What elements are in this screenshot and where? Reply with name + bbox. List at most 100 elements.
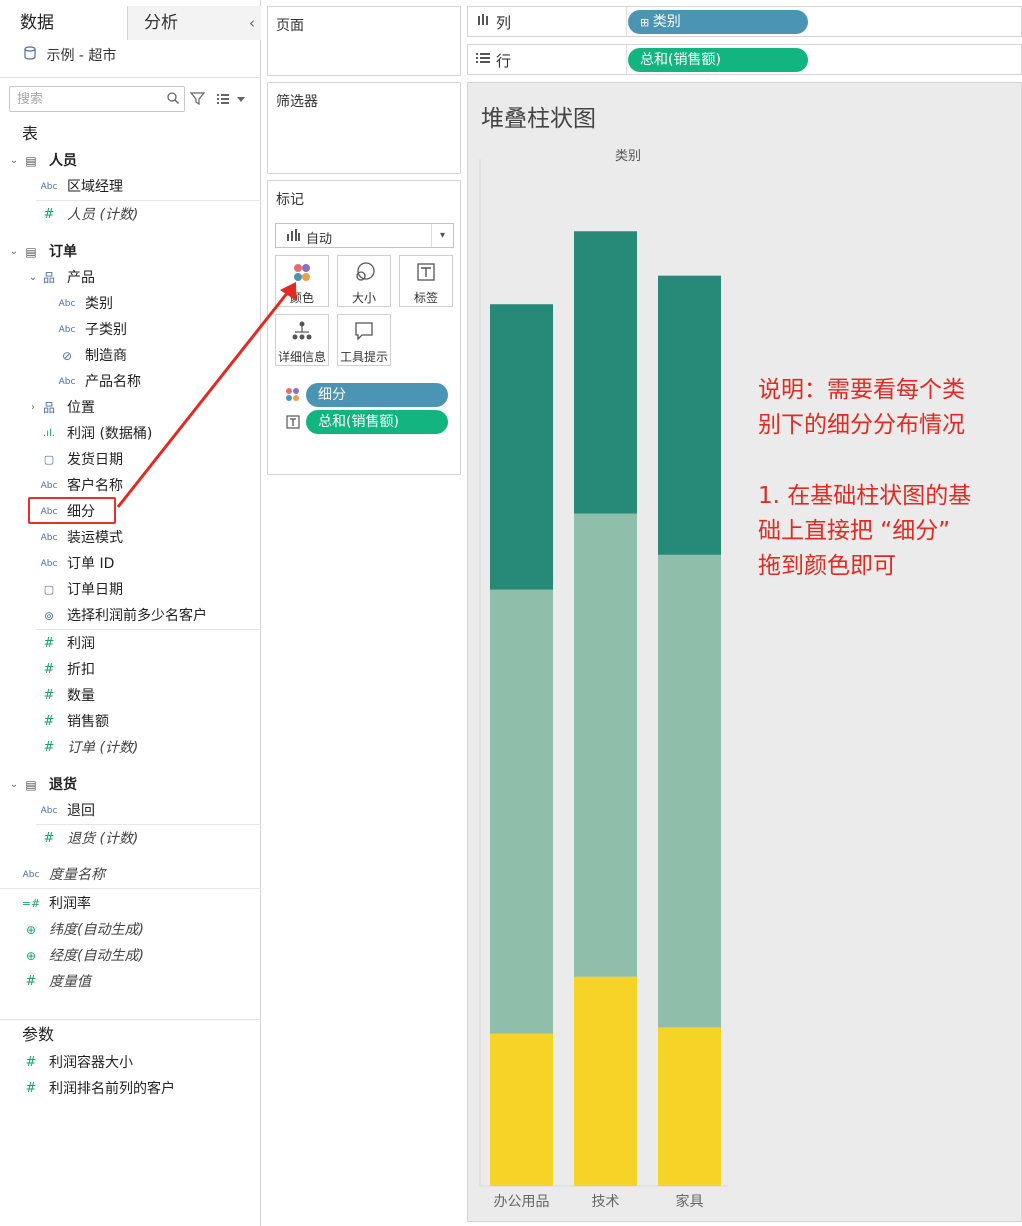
parameter-label: 利润排名前列的客户 [49,1081,175,1097]
search-input[interactable] [10,87,160,111]
rows-shelf[interactable]: 行 总和(销售额) [467,44,1022,75]
pages-title: 页面 [276,18,304,34]
collapse-pane-icon[interactable]: ‹ [249,6,255,40]
view-options-icon[interactable] [216,92,246,106]
field-weidu[interactable]: ⊕ 纬度(自动生成) [0,917,261,943]
chevron-down-icon[interactable]: ⌄ [9,148,19,174]
field-shuliang[interactable]: # 数量 [0,683,261,709]
chevron-down-icon[interactable]: ⌄ [9,772,19,798]
bin-field-icon: .ıl. [43,428,55,439]
stacked-bar-chart[interactable]: 办公用品 技术 家具 [468,83,1022,1223]
field-label: 发货日期 [67,452,123,468]
tab-data[interactable]: 数据 [0,6,128,40]
number-field-icon: # [43,740,55,755]
field-fahuoriqi[interactable]: ▢ 发货日期 [0,447,261,473]
field-xiaoshoue[interactable]: # 销售额 [0,709,261,735]
calculated-field-icon: =# [21,897,41,910]
chevron-down-icon[interactable]: ⌄ [28,265,38,291]
field-weizhi[interactable]: › 品位置 [0,395,261,421]
filters-card[interactable]: 筛选器 [267,82,461,174]
pill-xifen-color[interactable]: 细分 [306,383,448,407]
search-icon[interactable] [166,91,180,105]
field-zhuangyunmoshi[interactable]: Abc 装运模式 [0,525,261,551]
chevron-right-icon[interactable]: › [28,395,38,421]
mark-type-dropdown[interactable]: 自动 ▾ [275,223,454,248]
field-jingdu[interactable]: ⊕ 经度(自动生成) [0,943,261,969]
field-tuihui[interactable]: Abc 退回 [0,798,261,824]
field-chanpin[interactable]: ⌄ 品产品 [0,265,261,291]
datasource[interactable]: 示例 - 超市 [24,46,116,66]
bar-segment[interactable] [658,275,721,555]
filters-title: 筛选器 [276,94,318,110]
bar-segment[interactable] [490,589,553,1034]
chevron-down-icon[interactable]: ⌄ [9,239,19,265]
field-xuanze[interactable]: ⊚ 选择利润前多少名客户 [0,603,261,629]
field-dingdan-id[interactable]: Abc 订单 ID [0,551,261,577]
pages-card[interactable]: 页面 [267,6,461,76]
parameter-rongqi[interactable]: # 利润容器大小 [0,1050,261,1076]
field-label: 客户名称 [67,478,123,494]
search-field[interactable] [9,86,185,112]
chevron-down-icon[interactable]: ▾ [431,224,453,247]
pane-tabs: 数据 分析 ‹ [0,6,261,40]
bar-segment[interactable] [658,554,721,1028]
detail-button[interactable]: 详细信息 [275,314,329,366]
tooltip-button[interactable]: 工具提示 [337,314,391,366]
field-label: 纬度(自动生成) [49,922,144,938]
rows-label: 行 [496,52,512,70]
bar-segment[interactable] [490,1033,553,1186]
filter-icon[interactable] [190,91,205,106]
field-dingdan[interactable]: ⌄ ▤ 订单 [0,239,261,265]
bar-segment[interactable] [574,513,637,977]
annotation-line-2: 别下的细分分布情况 [758,412,965,438]
parameter-paiming[interactable]: # 利润排名前列的客户 [0,1076,261,1102]
size-icon [356,262,375,281]
pill-sum-sales-label[interactable]: 总和(销售额) [306,410,448,434]
field-tuihuo-count[interactable]: # 退货 (计数) [0,826,261,852]
date-field-icon: ▢ [43,453,55,466]
field-duliangzhi[interactable]: # 度量值 [0,969,261,995]
divider [0,77,261,78]
string-field-icon: Abc [58,325,76,335]
field-dingdanriqi[interactable]: ▢ 订单日期 [0,577,261,603]
field-lirunlv[interactable]: =# 利润率 [0,891,261,917]
field-renyuan[interactable]: ⌄ ▤ 人员 [0,148,261,174]
bar-segment[interactable] [490,304,553,590]
field-quyujingli[interactable]: Abc 区域经理 [0,174,261,200]
size-button[interactable]: 大小 [337,255,391,307]
string-field-icon: Abc [40,806,58,816]
color-button[interactable]: 颜色 [275,255,329,307]
field-kehumingcheng[interactable]: Abc 客户名称 [0,473,261,499]
field-renyuan-count[interactable]: # 人员 (计数) [0,202,261,228]
number-field-icon: # [25,1055,37,1070]
label-button[interactable]: 标签 [399,255,453,307]
field-lirun[interactable]: # 利润 [0,631,261,657]
field-dingdan-count[interactable]: # 订单 (计数) [0,735,261,761]
number-field-icon: # [25,1081,37,1096]
divider [36,629,261,630]
columns-shelf[interactable]: 列 ⊞ 类别 [467,6,1022,37]
pill-sum-sales[interactable]: 总和(销售额) [628,48,808,72]
pill-leibie[interactable]: ⊞ 类别 [628,10,808,34]
field-zhekou[interactable]: # 折扣 [0,657,261,683]
field-zhizaoshang[interactable]: ⊘ 制造商 [0,343,261,369]
field-leibie[interactable]: Abc 类别 [0,291,261,317]
bar-chart-icon [286,229,300,244]
rows-icon [476,51,490,66]
field-label: 利润率 [49,896,91,912]
bar-segment[interactable] [574,976,637,1186]
field-zileibie[interactable]: Abc 子类别 [0,317,261,343]
marks-title: 标记 [276,192,304,208]
field-lirun-bin[interactable]: .ıl. 利润 (数据桶) [0,421,261,447]
field-chanpinmingcheng[interactable]: Abc 产品名称 [0,369,261,395]
field-duliangmingcheng[interactable]: Abc 度量名称 [0,862,261,888]
tab-analysis[interactable]: 分析 ‹ [128,6,261,40]
worksheet-view[interactable]: 堆叠柱状图 类别 办公用品 技术 家具 说明：需要看每个类 别下的细分分布情况 1.… [467,82,1022,1222]
field-tuihuo[interactable]: ⌄ ▤ 退货 [0,772,261,798]
bar-segment[interactable] [574,231,637,514]
field-label: 订单 (计数) [67,740,139,756]
bar-segment[interactable] [658,1027,721,1186]
string-field-icon: Abc [22,870,40,880]
field-label: 订单日期 [67,582,123,598]
annotation-line-5: 拖到颜色即可 [758,553,896,579]
